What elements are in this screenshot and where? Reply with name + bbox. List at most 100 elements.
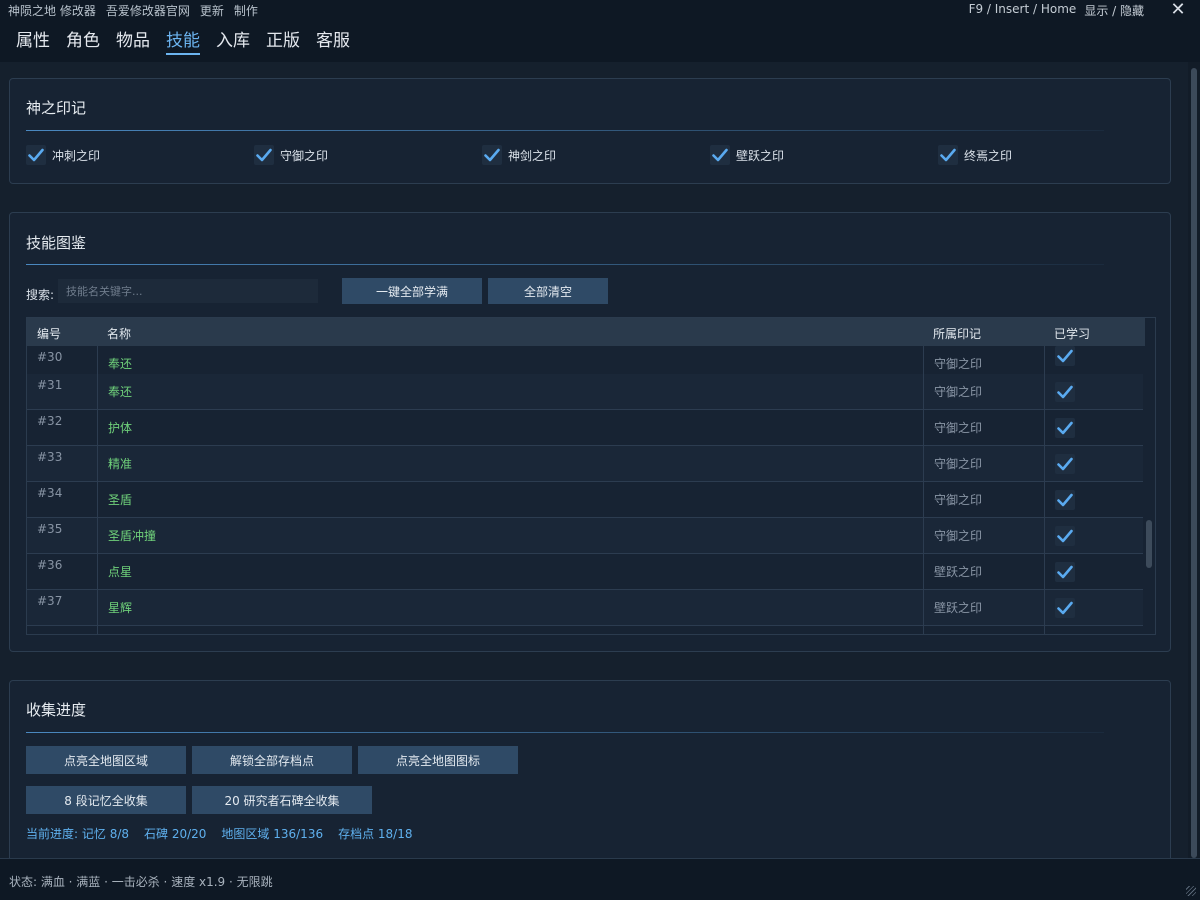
tab-attributes[interactable]: 属性 <box>16 26 50 55</box>
skill-id: #35 <box>37 522 63 536</box>
skill-name: 圣盾 <box>97 482 923 518</box>
tab-support[interactable]: 客服 <box>316 26 350 55</box>
clear-all-button[interactable]: 全部清空 <box>488 278 608 304</box>
learned-cell <box>1044 410 1145 446</box>
progress-memory: 当前进度: 记忆 8/8 <box>26 825 129 842</box>
search-label: 搜索: <box>26 288 55 302</box>
skill-id: #34 <box>37 486 63 500</box>
skills-panel: 技能图鉴 搜索: 一键全部学满 全部清空 编号 名称 所属印记 已学习 #30 … <box>9 212 1171 652</box>
skill-mark: 守御之印 <box>923 482 1044 518</box>
skill-name: 点星 <box>97 554 923 590</box>
skill-name: 圣盾冲撞 <box>97 518 923 554</box>
checkbox-checked-icon[interactable] <box>710 145 730 165</box>
col-mark[interactable]: 所属印记 <box>933 325 981 342</box>
table-header: 编号 名称 所属印记 已学习 <box>27 318 1145 346</box>
table-row[interactable]: #34 圣盾 守御之印 <box>27 482 1145 518</box>
progress-regions: 地图区域 136/136 <box>221 827 324 841</box>
table-body: #30 奉还 守御之印 #31 奉还 守御之印 #32 护体 守御之印 #33 … <box>27 346 1145 634</box>
tab-character[interactable]: 角色 <box>66 26 100 55</box>
collect-tablets-button[interactable]: 20 研究者石碑全收集 <box>192 786 372 814</box>
table-row[interactable]: #35 圣盾冲撞 守御之印 <box>27 518 1145 554</box>
skill-name: 星辉 <box>97 590 923 626</box>
search-input[interactable] <box>58 279 318 303</box>
tab-genuine[interactable]: 正版 <box>266 26 300 55</box>
table-scrollbar-thumb[interactable] <box>1146 520 1152 568</box>
close-button[interactable]: ✕ <box>1168 0 1188 20</box>
table-row[interactable]: #31 奉还 守御之印 <box>27 374 1145 410</box>
marks-panel-divider <box>26 130 1104 131</box>
skills-panel-title: 技能图鉴 <box>26 234 87 252</box>
checkbox-checked-icon[interactable] <box>254 145 274 165</box>
collect-memories-button[interactable]: 8 段记忆全收集 <box>26 786 186 814</box>
menu-app-title[interactable]: 神陨之地 修改器 <box>8 2 96 19</box>
progress-memory-value: 记忆 8/8 <box>81 827 130 841</box>
mark-sword[interactable]: 神剑之印 <box>482 145 556 165</box>
mark-guard[interactable]: 守御之印 <box>254 145 328 165</box>
skills-table: 编号 名称 所属印记 已学习 #30 奉还 守御之印 #31 奉还 守御之印 #… <box>26 317 1156 635</box>
col-learned[interactable]: 已学习 <box>1054 325 1090 342</box>
marks-panel: 神之印记 冲刺之印 守御之印 神剑之印 壁跃之印 终焉之印 <box>9 78 1171 184</box>
checkbox-checked-icon[interactable] <box>1055 454 1075 474</box>
skill-mark: 壁跃之印 <box>923 554 1044 590</box>
menu-credits[interactable]: 制作 <box>234 2 258 19</box>
unlock-savepoints-button[interactable]: 解锁全部存档点 <box>192 746 352 774</box>
checkbox-checked-icon[interactable] <box>1055 490 1075 510</box>
skill-name: 护体 <box>97 410 923 446</box>
learned-cell <box>1044 590 1145 626</box>
checkbox-checked-icon[interactable] <box>1055 346 1075 366</box>
light-map-regions-button[interactable]: 点亮全地图区域 <box>26 746 186 774</box>
mark-end[interactable]: 终焉之印 <box>938 145 1012 165</box>
checkbox-checked-icon[interactable] <box>1055 598 1075 618</box>
skill-name: 奉还 <box>97 374 923 410</box>
checkbox-checked-icon[interactable] <box>1055 382 1075 402</box>
col-name[interactable]: 名称 <box>107 325 131 342</box>
main-scrollbar-thumb[interactable] <box>1191 68 1197 858</box>
skill-mark: 守御之印 <box>923 374 1044 410</box>
tab-skills[interactable]: 技能 <box>166 26 200 55</box>
status-text: 状态: 满血 · 满蓝 · 一击必杀 · 速度 x1.9 · 无限跳 <box>9 875 273 889</box>
content-area: 神之印记 冲刺之印 守御之印 神剑之印 壁跃之印 终焉之印 技能图鉴 搜索: 技… <box>0 62 1188 858</box>
progress-label: 当前进度: <box>26 827 79 841</box>
tab-storage[interactable]: 入库 <box>216 26 250 55</box>
table-scrollbar[interactable] <box>1143 346 1155 634</box>
menu-update[interactable]: 更新 <box>200 2 224 19</box>
tab-items[interactable]: 物品 <box>116 26 150 55</box>
mark-dash[interactable]: 冲刺之印 <box>26 145 100 165</box>
light-map-icons-button[interactable]: 点亮全地图图标 <box>358 746 518 774</box>
table-row-partial[interactable] <box>27 626 1145 634</box>
table-row[interactable]: #32 护体 守御之印 <box>27 410 1145 446</box>
progress-tablets: 石碑 20/20 <box>144 827 207 841</box>
toggle-visibility-link[interactable]: 显示 / 隐藏 <box>1084 2 1144 19</box>
table-row[interactable]: #36 点星 壁跃之印 <box>27 554 1145 590</box>
menu-official-site[interactable]: 吾爱修改器官网 <box>106 2 190 19</box>
checkbox-checked-icon[interactable] <box>938 145 958 165</box>
checkbox-checked-icon[interactable] <box>1055 526 1075 546</box>
learned-cell <box>1044 554 1145 590</box>
status-bar: 状态: 满血 · 满蓝 · 一击必杀 · 速度 x1.9 · 无限跳 <box>0 858 1200 900</box>
skill-mark: 守御之印 <box>923 410 1044 446</box>
skill-id: #32 <box>37 414 63 428</box>
mark-walljump[interactable]: 壁跃之印 <box>710 145 784 165</box>
collection-panel-title: 收集进度 <box>26 701 87 719</box>
mark-label: 终焉之印 <box>964 148 1013 163</box>
hotkey-keys: F9 / Insert / Home <box>968 2 1077 16</box>
checkbox-checked-icon[interactable] <box>1055 562 1075 582</box>
table-row[interactable]: #33 精准 守御之印 <box>27 446 1145 482</box>
mark-label: 神剑之印 <box>508 148 557 163</box>
resize-grip-icon[interactable] <box>1186 886 1196 896</box>
collection-panel: 收集进度 点亮全地图区域 解锁全部存档点 点亮全地图图标 8 段记忆全收集 20… <box>9 680 1171 858</box>
checkbox-checked-icon[interactable] <box>26 145 46 165</box>
table-row[interactable]: #37 星辉 壁跃之印 <box>27 590 1145 626</box>
checkbox-checked-icon[interactable] <box>482 145 502 165</box>
top-menu: 神陨之地 修改器 吾爱修改器官网 更新 制作 <box>8 2 258 19</box>
skills-panel-divider <box>26 264 1104 265</box>
progress-savepoints: 存档点 18/18 <box>338 827 413 841</box>
learn-all-button[interactable]: 一键全部学满 <box>342 278 482 304</box>
checkbox-checked-icon[interactable] <box>1055 418 1075 438</box>
col-id[interactable]: 编号 <box>37 325 61 342</box>
mark-label: 冲刺之印 <box>52 148 101 163</box>
progress-line: 当前进度: 记忆 8/8 石碑 20/20 地图区域 136/136 存档点 1… <box>26 825 413 842</box>
skill-id: #33 <box>37 450 63 464</box>
learned-cell <box>1044 518 1145 554</box>
marks-panel-title: 神之印记 <box>26 99 87 117</box>
